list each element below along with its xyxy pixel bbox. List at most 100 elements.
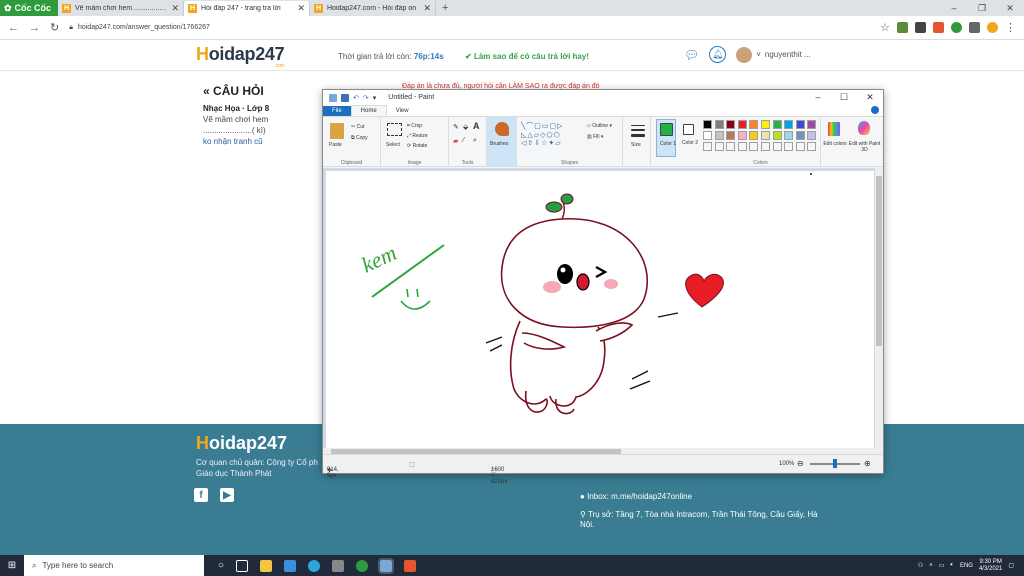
palette-swatch[interactable] [795,131,805,140]
volume-icon[interactable]: 🔈︎ [950,562,954,569]
clock[interactable]: 9:30 PM 4/3/2021 [979,559,1002,573]
redo-icon[interactable]: ↷ [363,94,369,102]
tab-home[interactable]: Home [350,105,387,116]
palette-swatch[interactable] [784,142,794,151]
windows-start-icon[interactable]: ⊞ [0,555,24,576]
drawing-canvas[interactable]: kem [326,171,874,451]
close-tab-icon[interactable]: ✕ [171,3,179,14]
star-icon[interactable]: ☆ [880,21,890,34]
coccoc-taskbar-icon[interactable] [356,559,369,572]
rotate-button[interactable]: ⟳ Rotate [407,143,427,149]
taskbar-search[interactable]: ⌕ Type here to search [24,555,204,576]
crop-button[interactable]: ⌗ Crop [407,123,422,129]
reload-icon[interactable]: ↻ [50,21,59,34]
text-icon[interactable]: A [473,121,480,131]
palette-swatch[interactable] [795,142,805,151]
notifications-icon[interactable]: ▢ [1008,562,1014,569]
people-icon[interactable]: ⚇ [918,562,923,569]
palette-swatch[interactable] [726,131,736,140]
palette-swatch[interactable] [703,120,712,129]
paste-button[interactable]: Paste [329,142,342,148]
resize-button[interactable]: ⤢ Resize [407,133,428,139]
edge-icon[interactable] [308,559,321,572]
outline-button[interactable]: ▱ Outline ▾ [587,123,612,129]
palette-swatch[interactable] [807,142,817,151]
palette-swatch[interactable] [761,120,770,129]
fill-button[interactable]: ▥ Fill ▾ [587,134,603,140]
palette-swatch[interactable] [737,131,747,140]
chat-icon[interactable]: 💬︎ [684,48,699,62]
minimize-icon[interactable]: – [805,92,831,103]
pencil-icon[interactable]: ✎ [453,123,459,131]
palette-swatch[interactable] [749,131,759,140]
restore-icon[interactable]: ❐ [968,3,996,14]
color1-button[interactable]: Color 1 [656,119,676,157]
facebook-icon[interactable]: f [194,488,208,502]
maximize-icon[interactable]: ☐ [831,92,857,103]
save-icon[interactable] [341,93,349,102]
paint-taskbar-icon[interactable] [378,557,395,574]
tab-view[interactable]: View [387,106,418,116]
hoidap247-logo[interactable]: Hoidap247 .com [196,44,285,69]
cut-button[interactable]: ✂ Cut [351,124,364,130]
size-button[interactable]: Size [623,117,651,167]
chevron-up-icon[interactable]: ˄ [929,563,933,569]
customize-qat-icon[interactable]: ▾ [373,94,377,102]
palette-swatch[interactable] [737,120,747,129]
palette-swatch[interactable] [714,120,724,129]
paste-icon[interactable] [330,123,344,139]
network-icon[interactable]: ▭ [939,562,945,569]
footer-inbox[interactable]: ● Inbox: m.me/hoidap247online [580,492,830,502]
extension-icon-2[interactable] [933,22,944,33]
palette-swatch[interactable] [807,131,817,140]
zoom-in-icon[interactable]: ⊕ [864,459,871,468]
palette-swatch[interactable] [772,120,782,129]
puzzle-icon[interactable] [969,22,980,33]
help-icon[interactable] [871,106,879,114]
tab-file[interactable]: File [323,106,351,116]
browser-tab-2[interactable]: H Hỏi đáp 247 - trang tra lời ✕ [184,1,310,16]
zoom-out-icon[interactable]: ⊖ [797,459,804,468]
vertical-scroll-thumb[interactable] [876,176,882,346]
youtube-icon[interactable]: ▶ [220,488,234,502]
eraser-icon[interactable]: ▰ [453,137,458,145]
task-view-icon[interactable] [236,559,249,572]
palette-swatch[interactable] [772,142,782,151]
edit-with-paint3d-button[interactable]: Edit with Paint 3D [847,117,881,167]
select-icon[interactable] [387,123,402,136]
palette-swatch[interactable] [714,142,724,151]
palette-swatch[interactable] [795,120,805,129]
palette-swatch[interactable] [726,120,736,129]
magnifier-icon[interactable]: ⌕ [473,137,477,145]
palette-swatch[interactable] [703,131,712,140]
palette-swatch[interactable] [761,142,770,151]
copy-button[interactable]: ⧉ Copy [351,135,368,141]
palette-swatch[interactable] [784,120,794,129]
palette-swatch[interactable] [807,120,817,129]
palette-swatch[interactable] [737,142,747,151]
forward-arrow-icon[interactable]: → [29,22,40,34]
shapes-gallery[interactable]: ╲⌒▢▭▢▷ ◺△▱◇⬠⬡ ◁⇧⇩☆✦▱ [521,121,563,147]
menu-icon[interactable]: ⋮ [1005,21,1016,34]
browser-tab-3[interactable]: H Hoidap247.com - Hỏi đáp on ✕ [310,1,436,16]
extension-icon-4[interactable] [987,22,998,33]
double-chevron-left-icon[interactable]: « [203,84,210,98]
cortana-icon[interactable]: ○ [218,560,224,571]
palette-swatch[interactable] [749,120,759,129]
palette-swatch[interactable] [784,131,794,140]
file-explorer-icon[interactable] [260,559,273,572]
download-icon[interactable] [915,22,926,33]
coccoc-menu-button[interactable]: ✿ Cốc Cốc [0,0,58,16]
palette-swatch[interactable] [726,142,736,151]
color-picker-icon[interactable]: ⁄ [463,137,464,144]
minimize-icon[interactable]: – [940,3,968,13]
palette-swatch[interactable] [703,142,712,151]
close-tab-icon[interactable]: ✕ [297,3,305,14]
palette-swatch[interactable] [749,142,759,151]
palette-swatch[interactable] [714,131,724,140]
vertical-scrollbar[interactable] [875,168,883,456]
palette-swatch[interactable] [772,131,782,140]
language-indicator[interactable]: ENG [960,563,973,569]
close-tab-icon[interactable]: ✕ [423,3,431,14]
zoom-slider-thumb[interactable] [833,459,837,468]
